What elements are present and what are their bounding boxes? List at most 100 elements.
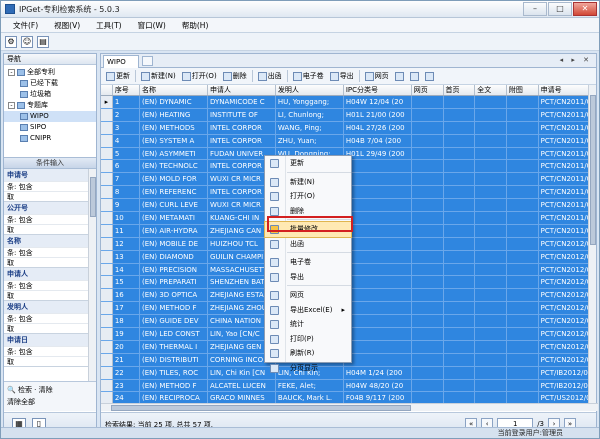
table-cell[interactable]: ALCATEL LUCEN — [207, 379, 275, 392]
table-cell[interactable]: PCT/CN2011/00135 — [538, 199, 590, 212]
table-cell[interactable] — [411, 173, 443, 186]
search-clear-button[interactable]: 🔍 检索 · 清除 — [7, 384, 93, 396]
expander-icon[interactable]: - — [8, 102, 15, 109]
table-cell[interactable] — [475, 340, 507, 353]
table-cell[interactable] — [411, 276, 443, 289]
table-cell[interactable]: H04B 7/04 (200 — [343, 134, 411, 147]
table-cell[interactable] — [411, 108, 443, 121]
table-cell[interactable] — [343, 199, 411, 212]
table-cell[interactable] — [343, 353, 411, 366]
table-cell[interactable] — [411, 96, 443, 109]
table-cell[interactable]: PCT/CN2012/07031 — [538, 276, 590, 289]
table-cell[interactable] — [443, 289, 475, 302]
row-indicator[interactable] — [101, 237, 112, 250]
tree-item[interactable]: -全部专利 — [4, 67, 96, 78]
table-cell[interactable]: (EN) HEATING — [139, 108, 207, 121]
table-cell[interactable] — [443, 147, 475, 160]
table-cell[interactable] — [506, 250, 538, 263]
table-cell[interactable]: INTEL CORPOR — [207, 121, 275, 134]
table-cell[interactable] — [506, 108, 538, 121]
table-cell[interactable]: 21 — [112, 353, 139, 366]
table-cell[interactable] — [475, 379, 507, 392]
table-cell[interactable] — [443, 121, 475, 134]
table-cell[interactable]: (EN) RECIPROCA — [139, 392, 207, 403]
table-cell[interactable] — [443, 199, 475, 212]
condition-field[interactable]: 条: 包含 — [4, 313, 96, 323]
table-cell[interactable]: 2 — [112, 108, 139, 121]
table-cell[interactable] — [343, 276, 411, 289]
table-cell[interactable]: PCT/CN2012/07048 — [538, 289, 590, 302]
menu-file[interactable]: 文件(F) — [5, 20, 46, 31]
row-indicator[interactable] — [101, 250, 112, 263]
table-row[interactable]: 23(EN) METHOD FALCATEL LUCENFEKE, Alet;H… — [101, 379, 590, 392]
row-indicator[interactable] — [101, 173, 112, 186]
table-cell[interactable]: H04W 48/20 (20 — [343, 379, 411, 392]
table-cell[interactable] — [475, 302, 507, 315]
table-cell[interactable]: PCT/CN2012/07035 — [538, 250, 590, 263]
table-cell[interactable] — [411, 328, 443, 341]
column-header[interactable]: 全文 — [475, 85, 507, 96]
table-cell[interactable] — [411, 379, 443, 392]
context-menu-item[interactable]: 网页 — [265, 288, 351, 303]
table-cell[interactable] — [443, 302, 475, 315]
table-cell[interactable] — [506, 263, 538, 276]
table-cell[interactable]: (EN) METHOD F — [139, 302, 207, 315]
context-menu-item[interactable]: 打印(P) — [265, 332, 351, 347]
table-cell[interactable] — [506, 276, 538, 289]
table-cell[interactable]: PCT/IB2012/00226 — [538, 379, 590, 392]
table-cell[interactable] — [475, 276, 507, 289]
table-cell[interactable]: 7 — [112, 173, 139, 186]
row-indicator[interactable] — [101, 340, 112, 353]
context-menu-item[interactable]: 出函 — [265, 237, 351, 252]
table-cell[interactable]: PCT/CN2011/00138 — [538, 121, 590, 134]
table-cell[interactable]: (EN) METHOD F — [139, 379, 207, 392]
table-cell[interactable]: LI, Chunlong; — [275, 108, 343, 121]
table-cell[interactable] — [343, 315, 411, 328]
tree-item[interactable]: -专题库 — [4, 100, 96, 111]
table-cell[interactable]: 13 — [112, 250, 139, 263]
table-cell[interactable] — [411, 366, 443, 379]
condition-field[interactable]: 取 — [4, 224, 96, 234]
table-cell[interactable]: (EN) TILES, ROC — [139, 366, 207, 379]
table-cell[interactable]: DYNAMICODE C — [207, 96, 275, 109]
table-cell[interactable]: (EN) DIAMOND — [139, 250, 207, 263]
table-cell[interactable] — [411, 224, 443, 237]
table-cell[interactable]: (EN) METHODS — [139, 121, 207, 134]
table-cell[interactable] — [411, 121, 443, 134]
table-cell[interactable]: GRACO MINNES — [207, 392, 275, 403]
toolbar-button[interactable]: 网页 — [363, 69, 391, 83]
context-menu-item[interactable]: 电子卷 — [265, 255, 351, 270]
column-header[interactable]: 申请人 — [207, 85, 275, 96]
column-header[interactable]: 申请号 — [538, 85, 590, 96]
table-cell[interactable] — [411, 212, 443, 225]
table-cell[interactable] — [411, 263, 443, 276]
table-cell[interactable] — [443, 108, 475, 121]
table-cell[interactable] — [443, 186, 475, 199]
table-cell[interactable] — [411, 134, 443, 147]
table-cell[interactable] — [475, 147, 507, 160]
table-cell[interactable] — [475, 353, 507, 366]
table-cell[interactable]: (EN) TECHNOLC — [139, 160, 207, 173]
table-cell[interactable]: PCT/US2012/05344 — [538, 392, 590, 403]
table-cell[interactable] — [475, 250, 507, 263]
table-cell[interactable] — [475, 134, 507, 147]
table-cell[interactable]: H04M 1/24 (200 — [343, 366, 411, 379]
table-cell[interactable]: (EN) ASYMMETI — [139, 147, 207, 160]
context-menu-item[interactable]: 导出Excel(E)▸ — [265, 303, 351, 318]
tree-item[interactable]: WIPO — [4, 111, 96, 122]
table-cell[interactable]: PCT/CN2011/00140 — [538, 134, 590, 147]
column-header[interactable]: 发明人 — [275, 85, 343, 96]
table-row[interactable]: 24(EN) RECIPROCAGRACO MINNESBAUCK, Mark … — [101, 392, 590, 403]
table-cell[interactable] — [411, 302, 443, 315]
table-cell[interactable] — [443, 134, 475, 147]
column-header[interactable]: 首页 — [443, 85, 475, 96]
row-indicator[interactable] — [101, 160, 112, 173]
table-cell[interactable] — [506, 160, 538, 173]
column-header[interactable]: 序号 — [112, 85, 139, 96]
table-cell[interactable] — [506, 121, 538, 134]
table-cell[interactable] — [443, 212, 475, 225]
condition-field[interactable]: 条: 包含 — [4, 346, 96, 356]
conditions-scrollbar[interactable] — [88, 169, 96, 386]
table-cell[interactable] — [343, 340, 411, 353]
table-cell[interactable]: (EN) DYNAMIC — [139, 96, 207, 109]
